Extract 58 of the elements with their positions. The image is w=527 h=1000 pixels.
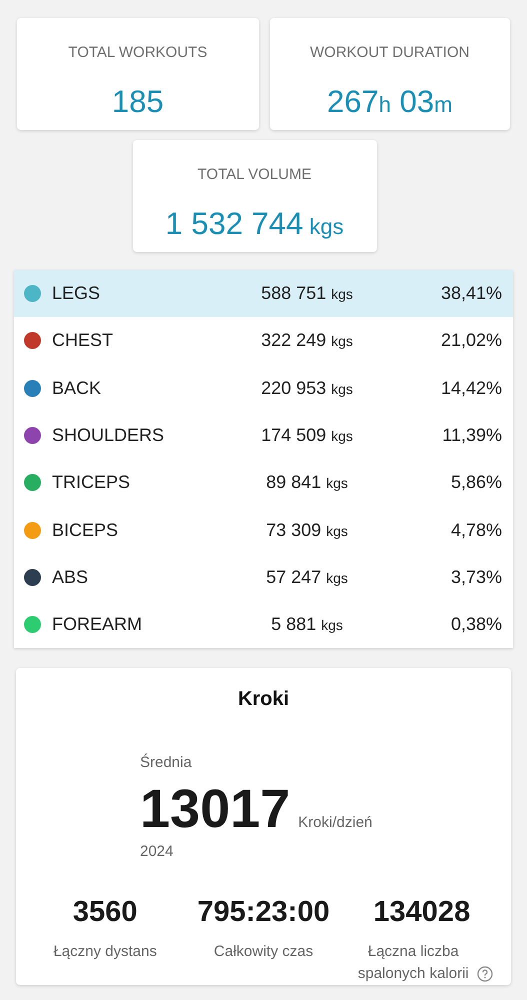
muscle-row[interactable]: BICEPS 73 309 kgs 4,78% <box>14 506 513 554</box>
percent-value: 5,86% <box>450 471 502 494</box>
muscle-row[interactable]: TRICEPS 89 841 kgs 5,86% <box>14 459 513 506</box>
stat-caption: Całkowity czas <box>214 942 314 962</box>
volume-unit: kgs <box>321 616 343 636</box>
percent-value: 14,42% <box>440 376 502 400</box>
volume-value: 588 751 <box>261 282 326 306</box>
percent-value: 3,73% <box>450 566 502 589</box>
volume-unit: kgs <box>331 285 353 304</box>
volume-unit: kgs <box>331 380 353 399</box>
percent-value: 0,38% <box>450 613 502 636</box>
muscle-name: TRICEPS <box>52 471 132 494</box>
muscle-name: ABS <box>52 566 90 589</box>
muscle-name: CHEST <box>52 329 114 352</box>
muscle-row[interactable]: CHEST 322 249 kgs 21,02% <box>14 317 513 365</box>
stat-number: 795:23:00 <box>197 895 330 930</box>
percent-value: 11,39% <box>441 424 502 448</box>
percent-value: 21,02% <box>440 329 502 352</box>
card-title: Kroki <box>236 687 290 712</box>
volume-value: 5 881 <box>271 613 316 636</box>
volume-value: 174 509 <box>261 424 326 448</box>
volume-unit: kgs <box>326 474 348 494</box>
stat-label: WORKOUT DURATION <box>310 43 470 63</box>
stat-caption: Łączna liczba spalonych kalorii <box>356 942 470 984</box>
stat-value: 185 <box>112 82 164 120</box>
volume-unit: kgs <box>326 522 348 541</box>
muscle-row[interactable]: ABS 57 247 kgs 3,73% <box>14 554 513 602</box>
muscle-row[interactable]: SHOULDERS 174 509 kgs 11,39% <box>14 412 513 460</box>
muscle-name: FOREARM <box>52 613 143 636</box>
percent-value: 4,78% <box>450 518 502 542</box>
average-label: Średnia <box>140 752 192 774</box>
stat-number: 134028 <box>373 895 470 930</box>
muscle-name: SHOULDERS <box>52 424 166 448</box>
stat-value: 267h 03m <box>327 82 452 120</box>
muscle-name: BACK <box>52 376 102 400</box>
muscle-row[interactable]: FOREARM 5 881 kgs 0,38% <box>14 601 513 648</box>
stat-caption: Łączny dystans <box>53 942 157 962</box>
volume-unit: kgs <box>331 332 353 352</box>
volume-unit: kgs <box>326 568 348 588</box>
stat-value: 1 532 744 kgs <box>165 204 344 242</box>
average-value: 13017 <box>140 778 290 839</box>
year-label: 2024 <box>140 842 174 862</box>
muscle-row[interactable]: LEGS 588 751 kgs 38,41% <box>14 270 513 318</box>
volume-value: 220 953 <box>261 376 326 400</box>
volume-value: 57 247 <box>266 566 322 589</box>
muscle-name: LEGS <box>52 282 102 306</box>
volume-value: 89 841 <box>266 471 322 494</box>
muscle-row[interactable]: BACK 220 953 kgs 14,42% <box>14 364 513 412</box>
percent-value: 38,41% <box>440 282 502 306</box>
stat-number: 3560 <box>72 895 138 930</box>
volume-unit: kgs <box>331 427 353 446</box>
average-unit: Kroki/dzień <box>298 813 372 834</box>
stat-label: TOTAL VOLUME <box>198 165 312 185</box>
stat-label: TOTAL WORKOUTS <box>68 43 208 63</box>
help-icon[interactable] <box>477 966 494 982</box>
volume-value: 322 249 <box>261 329 326 352</box>
muscle-name: BICEPS <box>52 518 120 542</box>
volume-value: 73 309 <box>266 518 322 542</box>
